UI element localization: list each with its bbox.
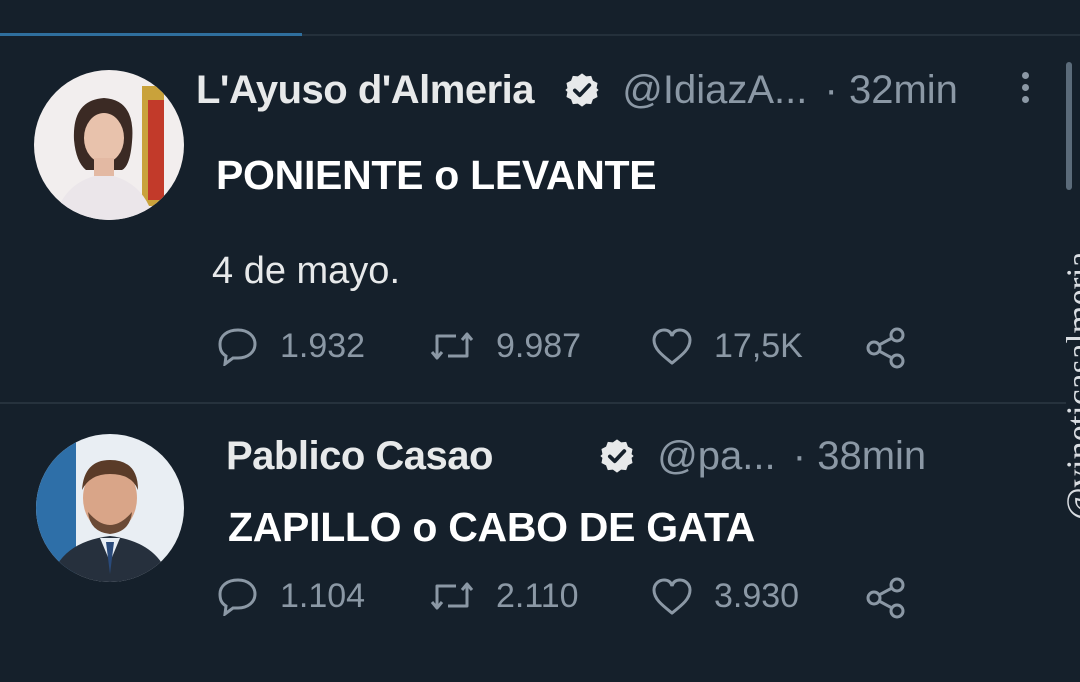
like-button[interactable]: 3.930	[650, 576, 799, 616]
handle[interactable]: @IdiazA...	[622, 68, 807, 112]
tweet[interactable]: L'Ayuso d'Almeria @IdiazA... · 32min PON…	[0, 36, 1066, 402]
more-options-icon[interactable]	[1020, 72, 1030, 112]
reply-count: 1.932	[280, 326, 366, 365]
tweet-text: ZAPILLO o CABO DE GATA	[228, 504, 756, 550]
avatar[interactable]	[34, 70, 184, 220]
retweet-button[interactable]: 2.110	[428, 576, 579, 616]
retweet-icon	[430, 332, 474, 360]
display-name[interactable]: Pablico Casao	[226, 434, 493, 478]
retweet-count: 9.987	[496, 326, 582, 365]
tweet-header: L'Ayuso d'Almeria @IdiazA... · 32min	[196, 66, 958, 114]
separator: ·	[824, 68, 838, 112]
avatar[interactable]	[36, 434, 184, 582]
separator: ·	[792, 434, 807, 478]
share-icon[interactable]	[864, 576, 908, 620]
tweet-header: Pablico Casao @pa... · 38min	[226, 432, 926, 480]
like-button[interactable]: 17,5K	[650, 326, 803, 366]
reply-icon	[218, 578, 257, 616]
like-icon	[652, 578, 692, 615]
tweet-text: PONIENTE o LEVANTE	[216, 152, 657, 198]
timestamp[interactable]: 38min	[817, 434, 926, 478]
like-count: 3.930	[714, 576, 800, 615]
reply-button[interactable]: 1.104	[216, 576, 365, 616]
watermark-text: @vineticasalmeria	[1059, 251, 1080, 521]
retweet-count: 2.110	[496, 576, 579, 615]
share-icon[interactable]	[864, 326, 908, 370]
reply-button[interactable]: 1.932	[216, 326, 365, 366]
like-icon	[652, 328, 692, 365]
tweet[interactable]: Pablico Casao @pa... · 38min ZAPILLO o C…	[0, 404, 1066, 682]
reply-count: 1.104	[280, 576, 366, 615]
reply-icon	[218, 328, 257, 366]
tweet-text-line: 4 de mayo.	[212, 250, 400, 292]
retweet-icon	[430, 582, 474, 610]
handle[interactable]: @pa...	[657, 434, 775, 478]
like-count: 17,5K	[714, 326, 803, 365]
verified-badge-icon	[563, 71, 601, 109]
retweet-button[interactable]: 9.987	[428, 326, 581, 366]
verified-badge-icon	[598, 437, 636, 475]
timestamp[interactable]: 32min	[849, 68, 958, 112]
scrollbar[interactable]	[1066, 62, 1072, 190]
display-name[interactable]: L'Ayuso d'Almeria	[196, 68, 535, 112]
